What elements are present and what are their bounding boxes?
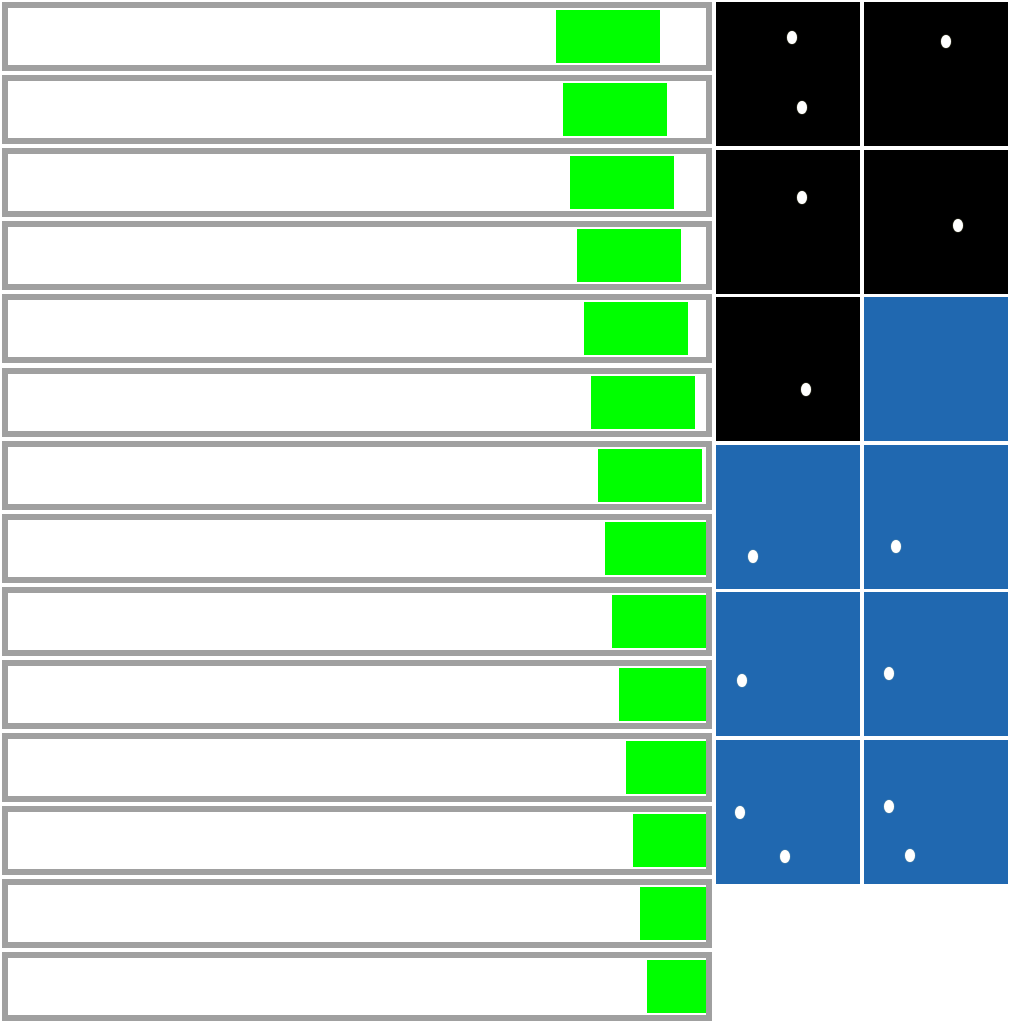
progress-bar-fill [577, 229, 682, 282]
progress-bar-fill [619, 668, 706, 721]
frame-tile [864, 149, 1008, 294]
particle-dot [941, 35, 951, 48]
progress-bar-fill [563, 83, 668, 136]
particle-dot [797, 190, 807, 204]
progress-bar-fill [556, 10, 661, 63]
progress-bar-fill [605, 522, 706, 575]
frame-tile [864, 2, 1008, 146]
particle-dot [884, 667, 894, 681]
frame-tile [864, 444, 1008, 589]
progress-bar [2, 587, 712, 656]
progress-bar [2, 514, 712, 583]
particle-dot [884, 800, 894, 813]
progress-bar-fill [612, 595, 706, 648]
progress-bar [2, 368, 712, 437]
progress-bar [2, 806, 712, 875]
progress-bar [2, 952, 712, 1021]
progress-bar [2, 294, 712, 363]
progress-bar-fill [640, 887, 706, 940]
progress-bar [2, 75, 712, 144]
frame-tile [716, 740, 860, 884]
progress-bar [2, 148, 712, 217]
progress-bar [2, 879, 712, 948]
progress-bar-fill [591, 376, 696, 429]
progress-bar [2, 2, 712, 71]
progress-bar-fill [570, 156, 675, 209]
particle-dot [797, 101, 807, 114]
particle-dot [748, 549, 758, 563]
progress-bar [2, 733, 712, 802]
frame-tile [716, 149, 860, 294]
particle-dot [905, 849, 915, 862]
frame-tile [864, 740, 1008, 884]
progress-bar-fill [584, 302, 689, 355]
progress-bar-fill [626, 741, 706, 794]
progress-bar [2, 441, 712, 510]
frame-tile [716, 444, 860, 589]
particle-dot [780, 850, 790, 863]
frame-tile [864, 592, 1008, 737]
progress-bar-fill [633, 814, 706, 867]
particle-dot [953, 218, 963, 232]
particle-dot [787, 31, 797, 44]
particle-dot [891, 539, 901, 553]
progress-bar-fill [598, 449, 703, 502]
progress-bar [2, 221, 712, 290]
frame-tile [716, 592, 860, 737]
particle-dot [737, 674, 747, 688]
particle-dot [735, 806, 745, 819]
frame-tile [716, 297, 860, 442]
frame-tile [864, 297, 1008, 442]
frame-tile [716, 2, 860, 146]
particle-dot [801, 383, 811, 397]
progress-bar-fill [647, 960, 706, 1013]
progress-bar [2, 660, 712, 729]
